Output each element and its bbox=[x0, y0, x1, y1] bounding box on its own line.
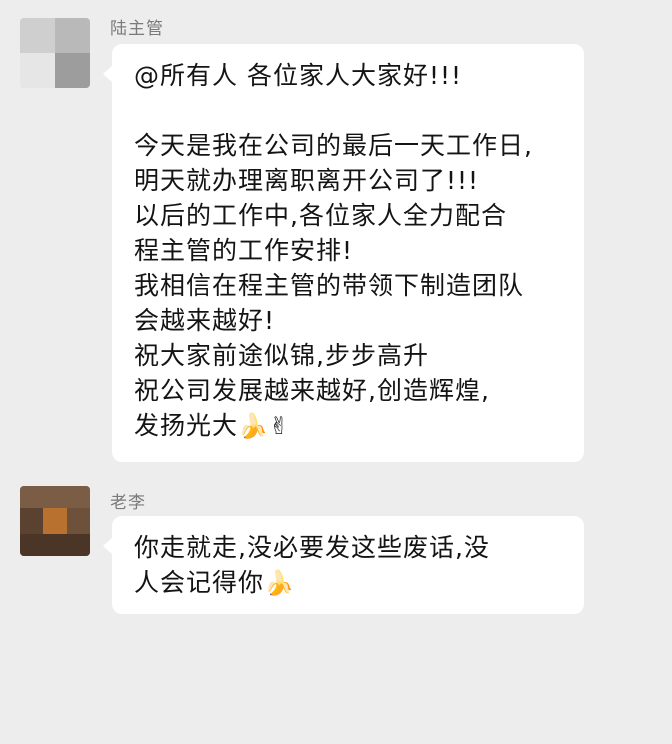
message-text: 人会记得你 bbox=[134, 568, 265, 597]
message-text-line: 祝公司发展越来越好,创造辉煌, bbox=[134, 376, 490, 405]
message-text: 发扬光大 bbox=[134, 411, 239, 440]
avatar-sender-1[interactable] bbox=[20, 18, 90, 88]
message-text-line: 我相信在程主管的带领下制造团队 bbox=[134, 271, 525, 300]
message-bubble[interactable]: @所有人 各位家人大家好!!! 今天是我在公司的最后一天工作日, 明天就办理离职… bbox=[103, 44, 584, 462]
banana-icon: 🍌 bbox=[238, 412, 269, 440]
message-text-line: @所有人 各位家人大家好!!! bbox=[134, 61, 463, 90]
chat-window: 陆主管 @所有人 各位家人大家好!!! 今天是我在公司的最后一天工作日, 明天就… bbox=[0, 0, 672, 744]
message-text-line: 祝大家前途似锦,步步高升 bbox=[134, 341, 429, 370]
message-text-line: 你走就走,没必要发这些废话,没 bbox=[134, 533, 490, 562]
avatar-sender-2[interactable] bbox=[20, 486, 90, 556]
message-text-line: 明天就办理离职离开公司了!!! bbox=[134, 166, 480, 195]
message-bubble[interactable]: 你走就走,没必要发这些废话,没 人会记得你🍌 bbox=[103, 516, 584, 614]
victory-hand-icon: ✌ bbox=[268, 412, 291, 440]
sender-name: 老李 bbox=[110, 493, 146, 513]
message-text-line: 程主管的工作安排! bbox=[134, 236, 354, 265]
sender-name: 陆主管 bbox=[110, 19, 164, 39]
message-text-line-with-emoji: 人会记得你🍌 bbox=[134, 565, 584, 600]
message-text-line: 今天是我在公司的最后一天工作日, bbox=[134, 131, 533, 160]
banana-icon: 🍌 bbox=[264, 569, 295, 597]
message-text-line: 会越来越好! bbox=[134, 306, 276, 335]
message-text-line-with-emoji: 发扬光大🍌✌ bbox=[134, 408, 584, 443]
message-text-line: 以后的工作中,各位家人全力配合 bbox=[134, 201, 507, 230]
